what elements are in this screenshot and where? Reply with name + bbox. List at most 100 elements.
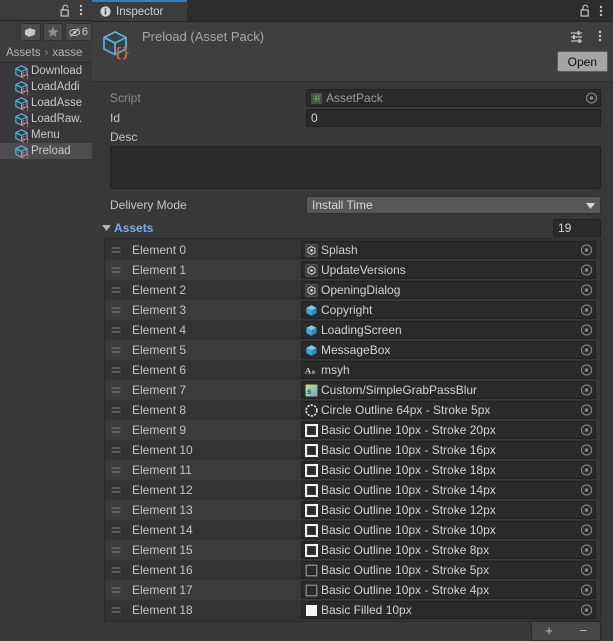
table-row[interactable]: Element 13 Basic Outline 10px - Stroke 12… [105,500,600,520]
drag-handle-icon[interactable] [109,486,123,495]
element-object-field[interactable]: Basic Outline 10px - Stroke 10px [301,521,596,539]
object-picker-icon[interactable] [580,544,593,557]
preset-sliders-icon[interactable] [568,28,584,44]
object-picker-icon[interactable] [580,424,593,437]
element-object-field[interactable]: Copyright [301,301,596,319]
object-picker-icon[interactable] [580,284,593,297]
table-row[interactable]: Element 1 UpdateVersions [105,260,600,280]
table-row[interactable]: Element 3 Copyright [105,300,600,320]
element-object-field[interactable]: Basic Outline 10px - Stroke 16px [301,441,596,459]
drag-handle-icon[interactable] [109,586,123,595]
object-picker-icon[interactable] [585,92,598,105]
element-object-field[interactable]: UpdateVersions [301,261,596,279]
element-object-field[interactable]: Basic Filled 10px [301,601,596,619]
drag-handle-icon[interactable] [109,366,123,375]
drag-handle-icon[interactable] [109,346,123,355]
tree-item-download[interactable]: {} Download [0,63,92,79]
object-picker-icon[interactable] [580,604,593,617]
lock-open-icon[interactable] [577,3,593,19]
add-element-button[interactable]: + [538,623,560,639]
object-picker-icon[interactable] [580,564,593,577]
drag-handle-icon[interactable] [109,246,123,255]
tree-item-loadasse[interactable]: {} LoadAsse [0,95,92,111]
tree-item-menu[interactable]: {} Menu [0,127,92,143]
drag-handle-icon[interactable] [109,606,123,615]
table-row[interactable]: Element 16 Basic Outline 10px - Stroke 5p… [105,560,600,580]
table-row[interactable]: Element 17 Basic Outline 10px - Stroke 4p… [105,580,600,600]
object-picker-icon[interactable] [580,304,593,317]
kebab-menu-icon[interactable] [592,28,608,44]
table-row[interactable]: Element 6 Aa msyh [105,360,600,380]
assets-foldout-header[interactable]: Assets 19 [92,218,613,238]
assets-count-input[interactable]: 19 [553,219,601,237]
element-object-field[interactable]: Basic Outline 10px - Stroke 12px [301,501,596,519]
object-picker-icon[interactable] [580,364,593,377]
table-row[interactable]: Element 9 Basic Outline 10px - Stroke 20p… [105,420,600,440]
drag-handle-icon[interactable] [109,466,123,475]
drag-handle-icon[interactable] [109,386,123,395]
object-picker-icon[interactable] [580,384,593,397]
object-picker-icon[interactable] [580,524,593,537]
element-object-field[interactable]: Basic Outline 10px - Stroke 5px [301,561,596,579]
drag-handle-icon[interactable] [109,406,123,415]
table-row[interactable]: Element 5 MessageBox [105,340,600,360]
element-object-field[interactable]: MessageBox [301,341,596,359]
breadcrumb-root[interactable]: Assets [6,47,41,59]
table-row[interactable]: Element 4 LoadingScreen [105,320,600,340]
kebab-menu-icon[interactable] [593,3,609,19]
element-object-field[interactable]: OpeningDialog [301,281,596,299]
table-row[interactable]: Element 14 Basic Outline 10px - Stroke 10… [105,520,600,540]
object-picker-icon[interactable] [580,584,593,597]
drag-handle-icon[interactable] [109,526,123,535]
drag-handle-icon[interactable] [109,426,123,435]
element-object-field[interactable]: LoadingScreen [301,321,596,339]
object-picker-icon[interactable] [580,264,593,277]
breadcrumb-current[interactable]: xasse [52,47,82,59]
script-object-field[interactable]: AssetPack [306,89,601,107]
breadcrumb[interactable]: Assets › xasse [0,43,92,63]
object-picker-icon[interactable] [580,504,593,517]
triangle-down-icon[interactable] [100,225,112,231]
object-picker-icon[interactable] [580,344,593,357]
table-row[interactable]: Element 0 Splash [105,240,600,260]
tree-item-loadaddi[interactable]: {} LoadAddi [0,79,92,95]
object-picker-icon[interactable] [580,464,593,477]
label-tag-icon[interactable] [20,23,41,41]
object-picker-icon[interactable] [580,484,593,497]
lock-open-icon[interactable] [57,2,73,18]
tab-inspector[interactable]: Inspector [92,0,187,21]
element-object-field[interactable]: s Custom/SimpleGrabPassBlur [301,381,596,399]
element-object-field[interactable]: Splash [301,241,596,259]
tree-item-preload[interactable]: {} Preload [0,143,92,159]
element-object-field[interactable]: Circle Outline 64px - Stroke 5px [301,401,596,419]
star-icon[interactable] [42,23,63,41]
table-row[interactable]: Element 10 Basic Outline 10px - Stroke 16… [105,440,600,460]
drag-handle-icon[interactable] [109,546,123,555]
drag-handle-icon[interactable] [109,306,123,315]
tree-item-loadraw[interactable]: {} LoadRaw. [0,111,92,127]
eye-crossed-icon[interactable]: 6 [64,23,92,41]
element-object-field[interactable]: Basic Outline 10px - Stroke 14px [301,481,596,499]
drag-handle-icon[interactable] [109,566,123,575]
table-row[interactable]: Element 18 Basic Filled 10px [105,600,600,620]
desc-textarea[interactable] [110,146,601,189]
element-object-field[interactable]: Basic Outline 10px - Stroke 20px [301,421,596,439]
element-object-field[interactable]: Basic Outline 10px - Stroke 8px [301,541,596,559]
table-row[interactable]: Element 15 Basic Outline 10px - Stroke 8p… [105,540,600,560]
drag-handle-icon[interactable] [109,266,123,275]
element-object-field[interactable]: Basic Outline 10px - Stroke 4px [301,581,596,599]
drag-handle-icon[interactable] [109,326,123,335]
object-picker-icon[interactable] [580,324,593,337]
drag-handle-icon[interactable] [109,446,123,455]
kebab-menu-icon[interactable] [73,2,89,18]
table-row[interactable]: Element 2 OpeningDialog [105,280,600,300]
delivery-mode-dropdown[interactable]: Install Time [306,196,601,214]
open-button[interactable]: Open [556,51,608,72]
drag-handle-icon[interactable] [109,506,123,515]
object-picker-icon[interactable] [580,244,593,257]
object-picker-icon[interactable] [580,404,593,417]
remove-element-button[interactable]: − [572,623,594,639]
object-picker-icon[interactable] [580,444,593,457]
drag-handle-icon[interactable] [109,286,123,295]
element-object-field[interactable]: Aa msyh [301,361,596,379]
